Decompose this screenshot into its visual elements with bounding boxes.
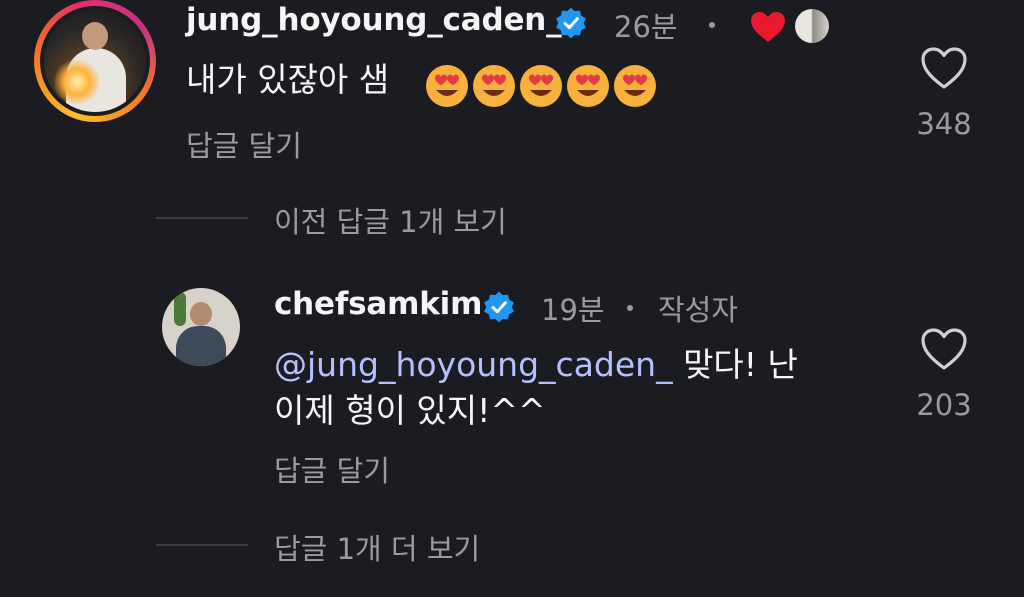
verified-badge-icon	[484, 291, 514, 323]
creator-liked-avatar	[795, 9, 829, 43]
heart-eyes-emoji-icon	[473, 65, 515, 107]
comment-time: 26분	[614, 10, 678, 44]
reply-username[interactable]: chefsamkim	[274, 286, 482, 322]
avatar-chefsamkim[interactable]	[162, 288, 240, 366]
author-badge: 작성자	[658, 293, 739, 327]
like-count: 203	[916, 388, 972, 422]
verified-badge-icon	[556, 7, 586, 39]
reply-time: 19분	[541, 293, 605, 327]
reply-button[interactable]: 답글 달기	[186, 123, 302, 165]
like-heart-icon[interactable]	[920, 46, 968, 90]
heart-filled-icon	[751, 12, 785, 42]
heart-eyes-emoji-icon	[567, 65, 609, 107]
reply-text-line2: 이제 형이 있지!^^	[274, 391, 546, 430]
comments-page: jung_hoyoung_caden_ 26분 내가 있잖아 샘 답글 달기 3…	[0, 0, 1024, 597]
comment-text: 내가 있잖아 샘	[186, 60, 390, 99]
heart-eyes-emoji-icon	[426, 65, 468, 107]
thread-divider	[156, 544, 248, 546]
reply-text-line1: 맞다! 난	[672, 345, 798, 384]
like-heart-icon[interactable]	[920, 327, 968, 371]
mention-link[interactable]: @jung_hoyoung_caden_	[274, 345, 673, 384]
thread-divider	[156, 217, 248, 219]
comment-username[interactable]: jung_hoyoung_caden_	[186, 2, 562, 38]
heart-eyes-emoji-icon	[614, 65, 656, 107]
view-more-replies-button[interactable]: 답글 1개 더 보기	[274, 526, 480, 568]
story-ring	[40, 6, 150, 116]
separator-dot	[627, 305, 633, 311]
separator-dot	[709, 22, 715, 28]
heart-eyes-emoji-icon	[520, 65, 562, 107]
reply-button[interactable]: 답글 달기	[274, 448, 390, 490]
reply-text: @jung_hoyoung_caden_ 맞다! 난 이제 형이 있지!^^	[274, 342, 894, 434]
like-count: 348	[916, 107, 972, 141]
view-previous-replies-button[interactable]: 이전 답글 1개 보기	[274, 199, 507, 241]
avatar-photo	[44, 10, 146, 112]
avatar-jung-hoyoung[interactable]	[34, 0, 156, 122]
